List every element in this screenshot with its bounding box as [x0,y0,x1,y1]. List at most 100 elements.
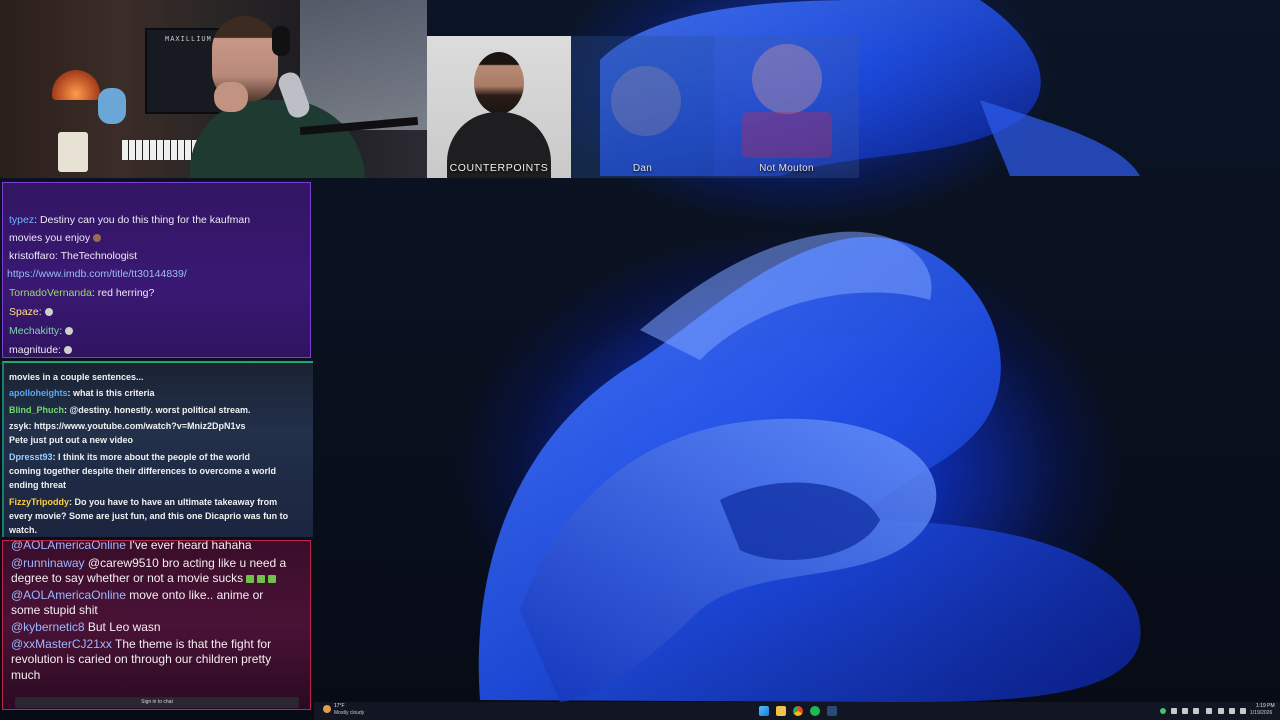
chat-text: much [11,668,41,682]
chat-message: Pete just put out a new video [9,435,133,445]
chat-message: watch. [9,525,37,535]
chat-text: : I think its more about the people of t… [52,452,251,462]
chat-text: some stupid shit [11,603,98,617]
call-tile-counterpoints[interactable]: COUNTERPOINTS [427,36,571,178]
steam-icon[interactable] [827,706,837,716]
call-tile-not-mouton[interactable]: Not Mouton [714,36,859,178]
chat-message: Blind_Phuch: @destiny. honestly. worst p… [9,405,251,415]
webcam-mug [58,132,88,172]
chat-message: movies in a couple sentences... [9,372,144,382]
chat-text: watch. [9,525,38,535]
call-tile-dan[interactable]: Dan [571,36,714,178]
chat-username[interactable]: @runninaway [11,556,85,570]
chat-panel-youtube[interactable]: @AOLAmericaOnline I've ever heard hahaha… [2,540,311,710]
chat-message: @xxMasterCJ21xx The theme is that the fi… [11,637,271,651]
tray-app-icon[interactable] [1171,708,1177,714]
chat-username[interactable]: typez [9,214,34,226]
chat-username[interactable]: Spaze [9,306,39,318]
chat-text: : Destiny can you do this thing for the … [34,214,251,226]
chat-text: : @destiny. honestly. worst political st… [64,405,251,415]
chat-text: @carew9510 bro acting like u need a [84,556,287,570]
network-icon[interactable] [1218,708,1224,714]
chat-message: zsyk: https://www.youtube.com/watch?v=Mn… [9,421,245,431]
chat-message: @kybernetic8 But Leo wasn [11,620,161,634]
emote-icon [246,574,255,583]
chat-message: https://www.imdb.com/title/tt30144839/ [7,268,187,280]
volume-icon[interactable] [1229,708,1235,714]
avatar [611,66,681,136]
emote-icon [63,346,72,355]
chat-message: Dpresst93: I think its more about the pe… [9,452,250,462]
chat-panel-kick[interactable]: movies in a couple sentences... apollohe… [2,361,313,537]
tray-app-icon[interactable] [1182,708,1188,714]
chat-message: revolution is caried on through our chil… [11,652,271,666]
chat-message: @AOLAmericaOnline I've ever heard hahaha [11,540,252,552]
chat-text: degree to say whether or not a movie suc… [11,571,244,585]
spotify-icon[interactable] [810,706,820,716]
chat-username[interactable]: zsyk [9,421,29,431]
chat-username[interactable]: Blind_Phuch [9,405,64,415]
chat-username[interactable]: TornadoVernanda [9,287,92,299]
clock-time[interactable]: 1:19 PM [1256,703,1275,709]
chat-message: @AOLAmericaOnline move onto like.. anime… [11,588,263,602]
chat-text: : Do you have to have an ultimate takeaw… [69,497,278,507]
chat-message: coming together despite their difference… [9,466,276,476]
chat-username[interactable]: @xxMasterCJ21xx [11,637,112,651]
weather-icon[interactable] [323,705,331,713]
webcam-lamp [52,70,100,100]
avatar [474,52,524,114]
headphones-icon [272,26,290,56]
chat-username[interactable]: apolloheights [9,388,68,398]
chat-username[interactable]: Dpresst93 [9,452,53,462]
chat-text: : [58,344,61,356]
windows-taskbar: 17°F Mostly cloudy 1:19 PM 1/19/2026 [314,702,1280,720]
chat-message: Mechakitty: [9,325,74,337]
chat-text: : https://www.youtube.com/watch?v=Mniz2D… [28,421,246,431]
chat-username[interactable]: Mechakitty [9,325,59,337]
chat-username[interactable]: @AOLAmericaOnline [11,588,126,602]
emote-icon [257,574,266,583]
sign-in-to-chat-button[interactable]: Sign in to chat [15,697,299,708]
chat-message: every movie? Some are just fun, and this… [9,511,288,521]
webcam-figurine [98,88,126,124]
chat-message: some stupid shit [11,603,98,617]
chat-text: every movie? Some are just fun, and this… [9,511,289,521]
chat-username[interactable]: kristoffaro [9,250,55,262]
chat-message: apolloheights: what is this criteria [9,388,155,398]
monitor-label: MAXILLIUM [165,36,212,44]
chat-username[interactable]: magnitude [9,344,58,356]
chat-text: : TheTechnologist [54,250,138,262]
chat-text: The theme is that the fight for [111,637,272,651]
streamer-webcam: MAXILLIUM [0,0,427,178]
chat-text: movies in a couple sentences... [9,372,144,382]
file-explorer-icon[interactable] [776,706,786,716]
emote-icon [93,234,102,243]
chat-username[interactable]: @kybernetic8 [11,620,85,634]
clock-date[interactable]: 1/19/2026 [1250,710,1272,716]
emote-icon [44,308,53,317]
chat-message: much [11,668,40,682]
chat-text: move onto like.. anime or [125,588,264,602]
chat-username[interactable]: @AOLAmericaOnline [11,541,126,552]
chat-message: magnitude: [9,344,72,356]
chat-username[interactable]: FizzyTripoddy [9,497,69,507]
weather-temperature[interactable]: 17°F [334,703,345,709]
tray-app-icon[interactable] [1160,708,1166,714]
chat-panel-twitch[interactable]: typez: Destiny can you do this thing for… [2,182,311,358]
participant-name: Dan [632,163,653,174]
speaker-icon[interactable] [1240,708,1246,714]
chat-text: I've ever heard hahaha [125,540,252,552]
tray-app-icon[interactable] [1206,708,1212,714]
streamer-hand [214,82,248,112]
chat-message: ending threat [9,480,66,490]
chat-message: FizzyTripoddy: Do you have to have an ul… [9,497,277,507]
participant-name: COUNTERPOINTS [449,162,549,174]
start-icon[interactable] [759,706,769,716]
tray-app-icon[interactable] [1193,708,1199,714]
chrome-icon[interactable] [793,706,803,716]
chat-text: revolution is caried on through our chil… [11,652,272,666]
chat-message: @runninaway @carew9510 bro acting like u… [11,556,286,570]
weather-condition[interactable]: Mostly cloudy [334,710,364,716]
chat-link[interactable]: https://www.imdb.com/title/tt30144839/ [7,268,187,280]
chat-text: coming together despite their difference… [9,466,277,476]
